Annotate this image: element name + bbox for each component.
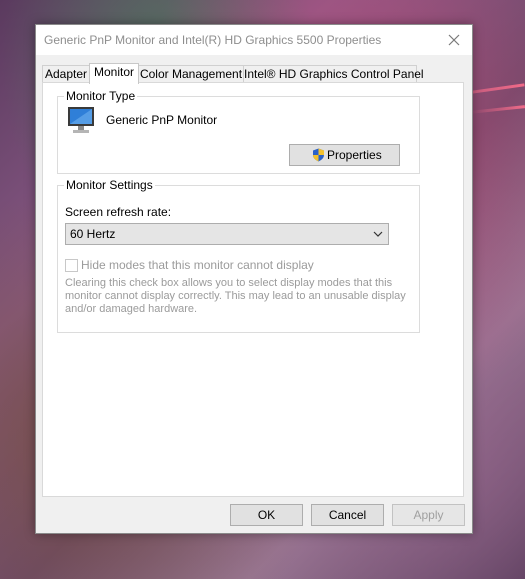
refresh-rate-value: 60 Hertz	[70, 227, 116, 241]
refresh-rate-dropdown[interactable]: 60 Hertz	[65, 223, 389, 245]
monitor-name: Generic PnP Monitor	[106, 113, 218, 127]
chevron-down-icon	[373, 231, 383, 237]
title-bar: Generic PnP Monitor and Intel(R) HD Grap…	[36, 25, 472, 55]
properties-button-label: Properties	[327, 148, 382, 162]
cancel-button[interactable]: Cancel	[311, 504, 384, 526]
monitor-tab-panel: Monitor Type Generic PnP Monitor Propert…	[42, 82, 464, 497]
window-title: Generic PnP Monitor and Intel(R) HD Grap…	[44, 33, 382, 47]
tab-color-management[interactable]: Color Management	[138, 65, 244, 83]
monitor-type-legend: Monitor Type	[64, 89, 138, 103]
monitor-icon	[68, 107, 94, 133]
tab-intel-control-panel[interactable]: Intel® HD Graphics Control Panel	[243, 65, 424, 83]
monitor-type-group: Monitor Type Generic PnP Monitor Propert…	[57, 89, 420, 174]
hide-modes-help-text: Clearing this check box allows you to se…	[65, 277, 406, 315]
properties-button[interactable]: Properties	[289, 144, 400, 166]
properties-dialog: Generic PnP Monitor and Intel(R) HD Grap…	[35, 24, 473, 534]
hide-modes-checkbox[interactable]	[65, 259, 78, 272]
close-icon[interactable]	[442, 28, 466, 52]
hide-modes-label: Hide modes that this monitor cannot disp…	[81, 258, 314, 272]
tab-monitor[interactable]: Monitor	[89, 63, 139, 84]
wallpaper-streak	[469, 105, 525, 114]
refresh-rate-label: Screen refresh rate:	[65, 205, 172, 219]
monitor-settings-group: Monitor Settings Screen refresh rate: 60…	[57, 178, 420, 333]
apply-button[interactable]: Apply	[392, 504, 465, 526]
ok-button[interactable]: OK	[230, 504, 303, 526]
tab-adapter[interactable]: Adapter	[42, 65, 90, 83]
monitor-settings-legend: Monitor Settings	[64, 178, 155, 192]
shield-icon	[313, 148, 324, 162]
